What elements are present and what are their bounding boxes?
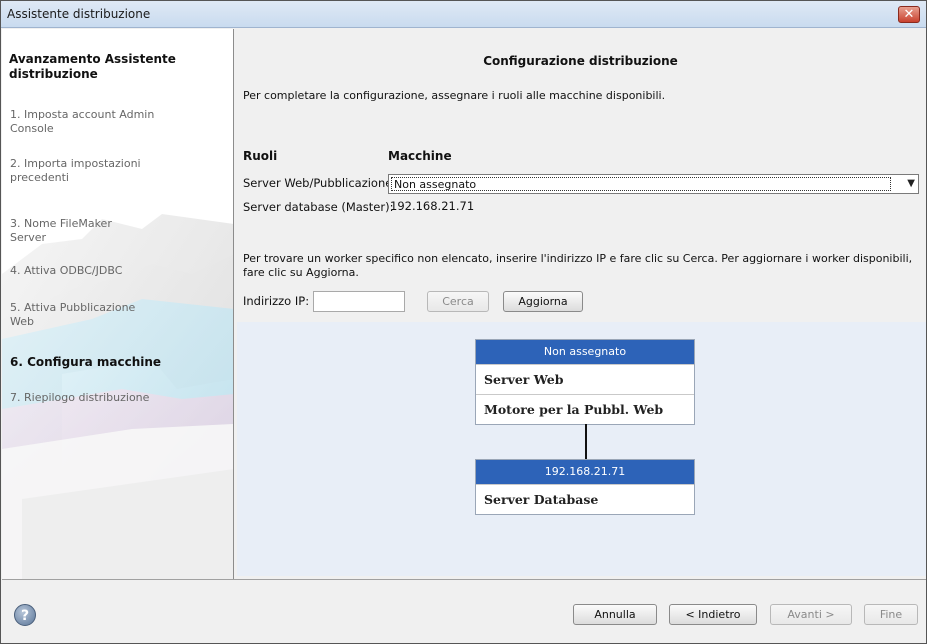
machines-header: Macchine	[388, 149, 452, 163]
sidebar-step-6: 6. Configura macchine	[10, 355, 162, 369]
web-server-node: Non assegnato Server Web Motore per la P…	[475, 339, 695, 425]
wizard-window: Assistente distribuzione ✕ Avanzamento A…	[0, 0, 927, 644]
help-icon[interactable]: ?	[14, 604, 36, 626]
sidebar-step-2: 2. Importa impostazioni precedenti	[10, 157, 141, 184]
ip-label: Indirizzo IP:	[243, 294, 310, 308]
finish-button[interactable]: Fine	[864, 604, 918, 625]
web-node-header: Non assegnato	[476, 340, 694, 364]
close-button[interactable]: ✕	[898, 6, 920, 23]
intro-text: Per completare la configurazione, assegn…	[243, 89, 666, 102]
close-icon: ✕	[903, 7, 915, 22]
sidebar-step-1: 1. Imposta account Admin Console	[10, 108, 155, 135]
deployment-diagram: Non assegnato Server Web Motore per la P…	[237, 322, 926, 576]
help-text: Per trovare un worker specifico non elen…	[243, 252, 913, 279]
selected-value: Non assegnato	[391, 177, 891, 191]
ip-address-input[interactable]	[313, 291, 405, 312]
web-node-row-server: Server Web	[476, 364, 694, 394]
title-bar[interactable]: Assistente distribuzione ✕	[1, 1, 926, 28]
main-panel: Configurazione distribuzione Per complet…	[235, 29, 926, 579]
db-node-header: 192.168.21.71	[476, 460, 694, 484]
search-button[interactable]: Cerca	[427, 291, 489, 312]
web-node-row-engine: Motore per la Pubbl. Web	[476, 394, 694, 424]
db-server-role-label: Server database (Master):	[243, 200, 394, 214]
refresh-button[interactable]: Aggiorna	[503, 291, 583, 312]
chevron-down-icon: ▼	[907, 178, 915, 189]
web-server-role-label: Server Web/Pubblicazione:	[243, 176, 397, 190]
sidebar-step-4: 4. Attiva ODBC/JDBC	[10, 264, 123, 277]
db-server-machine-value: 192.168.21.71	[390, 199, 475, 213]
web-server-machine-select[interactable]: Non assegnato ▼	[388, 174, 919, 194]
node-connector	[585, 424, 587, 459]
next-button[interactable]: Avanti >	[770, 604, 852, 625]
page-title: Configurazione distribuzione	[483, 54, 678, 68]
back-button[interactable]: < Indietro	[669, 604, 757, 625]
db-node-row-server: Server Database	[476, 484, 694, 514]
sidebar-heading: Avanzamento Assistente distribuzione	[9, 52, 176, 81]
sidebar-step-5: 5. Attiva Pubblicazione Web	[10, 301, 136, 328]
roles-header: Ruoli	[243, 149, 278, 163]
cancel-button[interactable]: Annulla	[573, 604, 657, 625]
db-server-node: 192.168.21.71 Server Database	[475, 459, 695, 515]
sidebar-step-7: 7. Riepilogo distribuzione	[10, 391, 150, 404]
progress-sidebar: Avanzamento Assistente distribuzione 1. …	[2, 29, 234, 579]
sidebar-step-3: 3. Nome FileMaker Server	[10, 217, 112, 244]
window-title: Assistente distribuzione	[7, 7, 151, 21]
footer-bar: ? Annulla < Indietro Avanti > Fine	[2, 579, 926, 643]
